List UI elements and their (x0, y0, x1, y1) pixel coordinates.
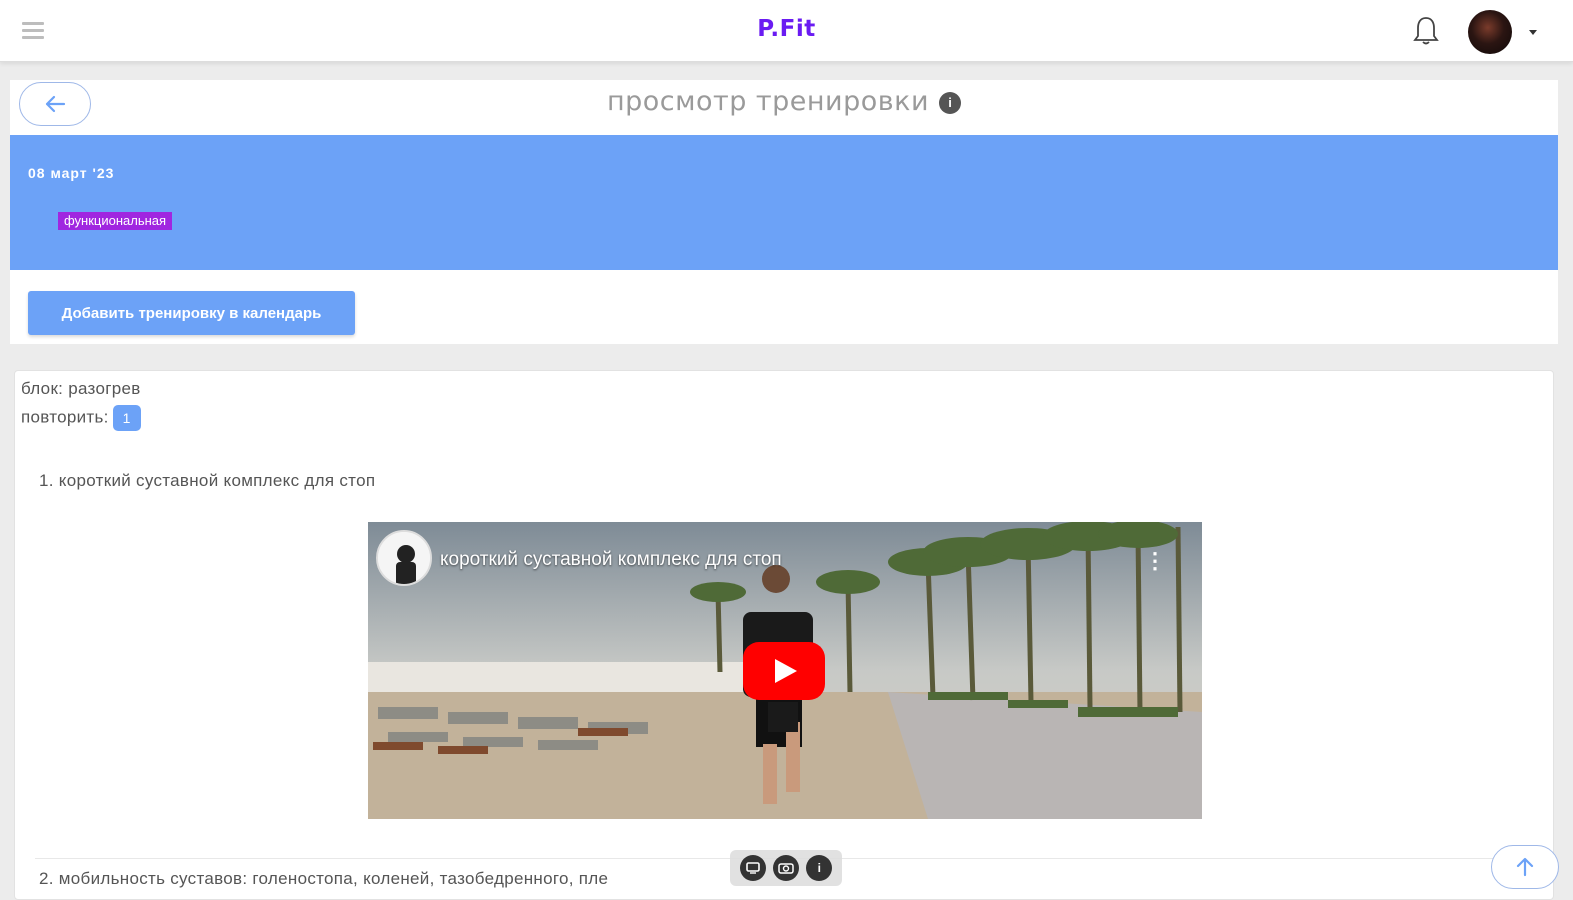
exercise-video-player[interactable]: короткий суставной комплекс для стоп ⋮ (368, 522, 1202, 819)
channel-avatar[interactable] (376, 530, 432, 586)
camera-icon-glyph (778, 863, 794, 874)
camera-icon[interactable] (772, 855, 799, 881)
add-to-calendar-button[interactable]: Добавить тренировку в календарь (28, 291, 355, 335)
page-title-row: просмотр тренировки i (10, 86, 1558, 117)
user-avatar[interactable] (1468, 10, 1512, 54)
notification-bell-icon[interactable] (1412, 15, 1440, 47)
repeat-count-badge: 1 (112, 405, 141, 431)
youtube-play-icon[interactable] (743, 642, 825, 700)
info-icon[interactable]: i (806, 855, 833, 881)
workout-date: 08 март '23 (28, 165, 115, 181)
exercise-title-1: 1. короткий суставной комплекс для стоп (39, 471, 376, 490)
chevron-down-icon[interactable] (1529, 30, 1537, 35)
screen-icon-glyph (745, 862, 760, 874)
workout-block: блок: разогрев повторить: 1 1. короткий с… (14, 370, 1554, 900)
arrow-up-icon (1516, 857, 1534, 877)
repeat-row: повторить: 1 (21, 405, 141, 431)
brand-logo: P.Fit (757, 16, 816, 42)
video-title: короткий суставной комплекс для стоп (440, 549, 782, 570)
workout-banner: 08 март '23 функциональная (10, 135, 1558, 270)
block-label: блок: разогрев (21, 379, 141, 398)
floating-toolbar: i (730, 850, 842, 886)
info-icon[interactable]: i (939, 92, 962, 115)
page-title: просмотр тренировки (606, 86, 930, 117)
repeat-label: повторить: (21, 407, 109, 427)
screen-icon[interactable] (739, 855, 766, 881)
workout-card: просмотр тренировки i 08 март '23 функцио… (10, 80, 1558, 344)
top-bar: P.Fit (0, 0, 1573, 62)
scroll-to-top-button[interactable] (1491, 845, 1559, 889)
exercise-title-2: 2. мобильность суставов: голеностопа, ко… (39, 869, 609, 888)
workout-type-tag: функциональная (58, 212, 173, 230)
video-more-icon[interactable]: ⋮ (1144, 548, 1166, 574)
